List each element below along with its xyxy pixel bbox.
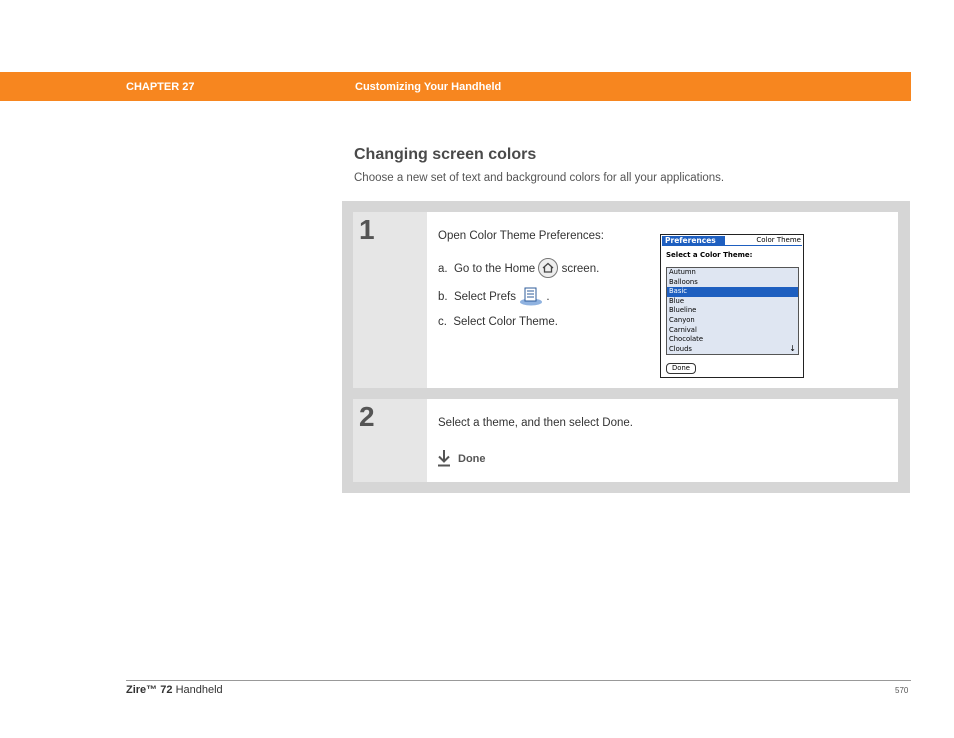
section-title: Changing screen colors xyxy=(354,146,537,163)
item-suffix: . xyxy=(546,291,550,303)
step-number: 1 xyxy=(359,214,375,245)
theme-list-item: Blue xyxy=(669,296,685,305)
prefs-icon xyxy=(519,287,543,306)
product-model: 72 xyxy=(160,684,173,696)
chapter-header-bar: CHAPTER 27 Customizing Your Handheld xyxy=(0,72,911,101)
theme-list: Autumn Balloons Basic Blue Blueline Cany… xyxy=(666,267,799,355)
theme-list-item-selected: Basic xyxy=(667,287,798,297)
step-2-text: Select a theme, and then select Done. xyxy=(438,417,633,429)
chapter-title: Customizing Your Handheld xyxy=(355,81,502,93)
step-1-lead: Open Color Theme Preferences: xyxy=(438,230,604,242)
select-theme-label: Select a Color Theme: xyxy=(666,251,753,259)
step-number: 2 xyxy=(359,401,375,432)
item-text: Go to the Home xyxy=(453,263,536,275)
theme-list-item: Canyon xyxy=(669,315,695,324)
item-prefix: b. xyxy=(438,291,448,303)
theme-list-item: Clouds xyxy=(669,344,692,353)
product-brand: Zire™ xyxy=(126,684,158,696)
step-2: 2 Select a theme, and then select Done. … xyxy=(353,399,898,482)
section-intro: Choose a new set of text and background … xyxy=(354,172,725,184)
chapter-number: CHAPTER 27 xyxy=(126,81,195,93)
panel-title: Color Theme xyxy=(756,236,801,244)
color-theme-screenshot: Preferences Color Theme Select a Color T… xyxy=(660,234,804,378)
theme-list-item: Balloons xyxy=(669,277,698,286)
item-prefix: a. xyxy=(438,263,448,275)
theme-list-item: Carnival xyxy=(669,325,697,334)
product-suffix: Handheld xyxy=(175,684,223,696)
item-text: Select Prefs xyxy=(453,291,516,303)
step-number-column: 1 xyxy=(353,212,427,388)
item-suffix: screen. xyxy=(561,263,600,275)
item-prefix: c. xyxy=(438,316,447,328)
step-1-item-a: a. Go to the Home screen. xyxy=(438,258,599,278)
step-1: 1 Open Color Theme Preferences: a. Go to… xyxy=(353,212,898,388)
footer-product: Zire™ 72 Handheld xyxy=(126,684,223,696)
step-1-item-b: b. Select Prefs . xyxy=(438,287,550,306)
step-number-column: 2 xyxy=(353,399,427,482)
footer-rule xyxy=(126,680,911,681)
theme-list-item: Chocolate xyxy=(669,335,704,344)
home-icon xyxy=(538,258,559,278)
step-1-item-c: c. Select Color Theme. xyxy=(438,316,558,328)
page-number: 570 xyxy=(895,686,909,695)
theme-list-item: Autumn xyxy=(669,268,696,276)
theme-list-item: Blueline xyxy=(669,306,697,315)
scroll-down-icon: ↓ xyxy=(789,344,796,353)
steps-panel: 1 Open Color Theme Preferences: a. Go to… xyxy=(342,201,910,493)
item-text: Select Color Theme. xyxy=(453,316,558,328)
down-arrow-icon xyxy=(437,449,451,467)
title-underline xyxy=(722,245,802,246)
done-label[interactable]: Done xyxy=(458,453,486,465)
preferences-tab: Preferences xyxy=(662,236,725,246)
palm-done-button: Done xyxy=(666,363,696,374)
